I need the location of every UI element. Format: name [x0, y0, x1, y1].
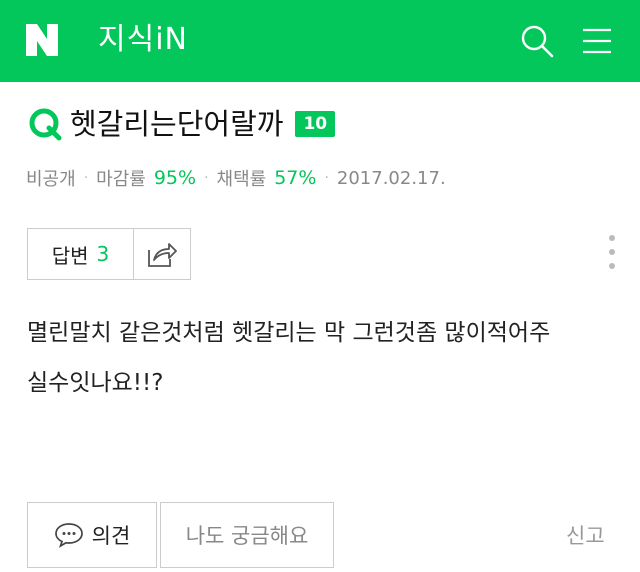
adopt-rate-value: 57%: [274, 167, 317, 189]
close-rate-value: 95%: [153, 167, 197, 189]
separator-dot: ·: [204, 170, 209, 186]
action-bar: 의견 나도 궁금해요 신고: [0, 502, 640, 572]
separator-dot: ·: [324, 170, 329, 186]
speech-bubble-icon: [54, 523, 83, 548]
separator-dot: ·: [83, 170, 89, 186]
search-icon[interactable]: [520, 24, 554, 58]
answer-count: 3: [96, 242, 110, 266]
comment-button[interactable]: 의견: [27, 502, 157, 568]
hamburger-menu-icon[interactable]: [580, 24, 614, 58]
share-icon: [148, 243, 177, 267]
me-too-curious-button[interactable]: 나도 궁금해요: [160, 502, 334, 568]
privacy-label: 비공개: [26, 169, 76, 190]
comment-label: 의견: [91, 524, 131, 548]
question-date: 2017.02.17.: [336, 167, 446, 189]
close-rate-label: 마감률: [96, 169, 146, 190]
question-meta: 비공개 · 마감률 95% · 채택률 57% · 2017.02.17.: [26, 164, 446, 192]
top-bar: 지식iN: [0, 0, 640, 82]
more-vertical-icon[interactable]: [598, 232, 626, 272]
service-title[interactable]: 지식iN: [98, 20, 188, 60]
adopt-rate-label: 채택률: [216, 169, 267, 190]
answer-count-button[interactable]: 답변 3: [28, 229, 134, 279]
question-title: 헷갈리는단어랄까: [70, 107, 284, 141]
level-badge: 10: [295, 111, 336, 137]
q-mark-icon: [29, 108, 62, 141]
share-button[interactable]: [134, 229, 190, 279]
answer-label: 답변: [51, 243, 89, 268]
answer-share-box: 답변 3: [27, 228, 191, 280]
report-button[interactable]: 신고: [566, 520, 605, 550]
naver-n-logo-icon[interactable]: [24, 22, 60, 58]
question-body: 멸린말치 같은것처럼 헷갈리는 막 그런것좀 많이적어주 실수잇나요!!?: [27, 320, 551, 396]
question-header: 헷갈리는단어랄까 10: [28, 104, 336, 144]
